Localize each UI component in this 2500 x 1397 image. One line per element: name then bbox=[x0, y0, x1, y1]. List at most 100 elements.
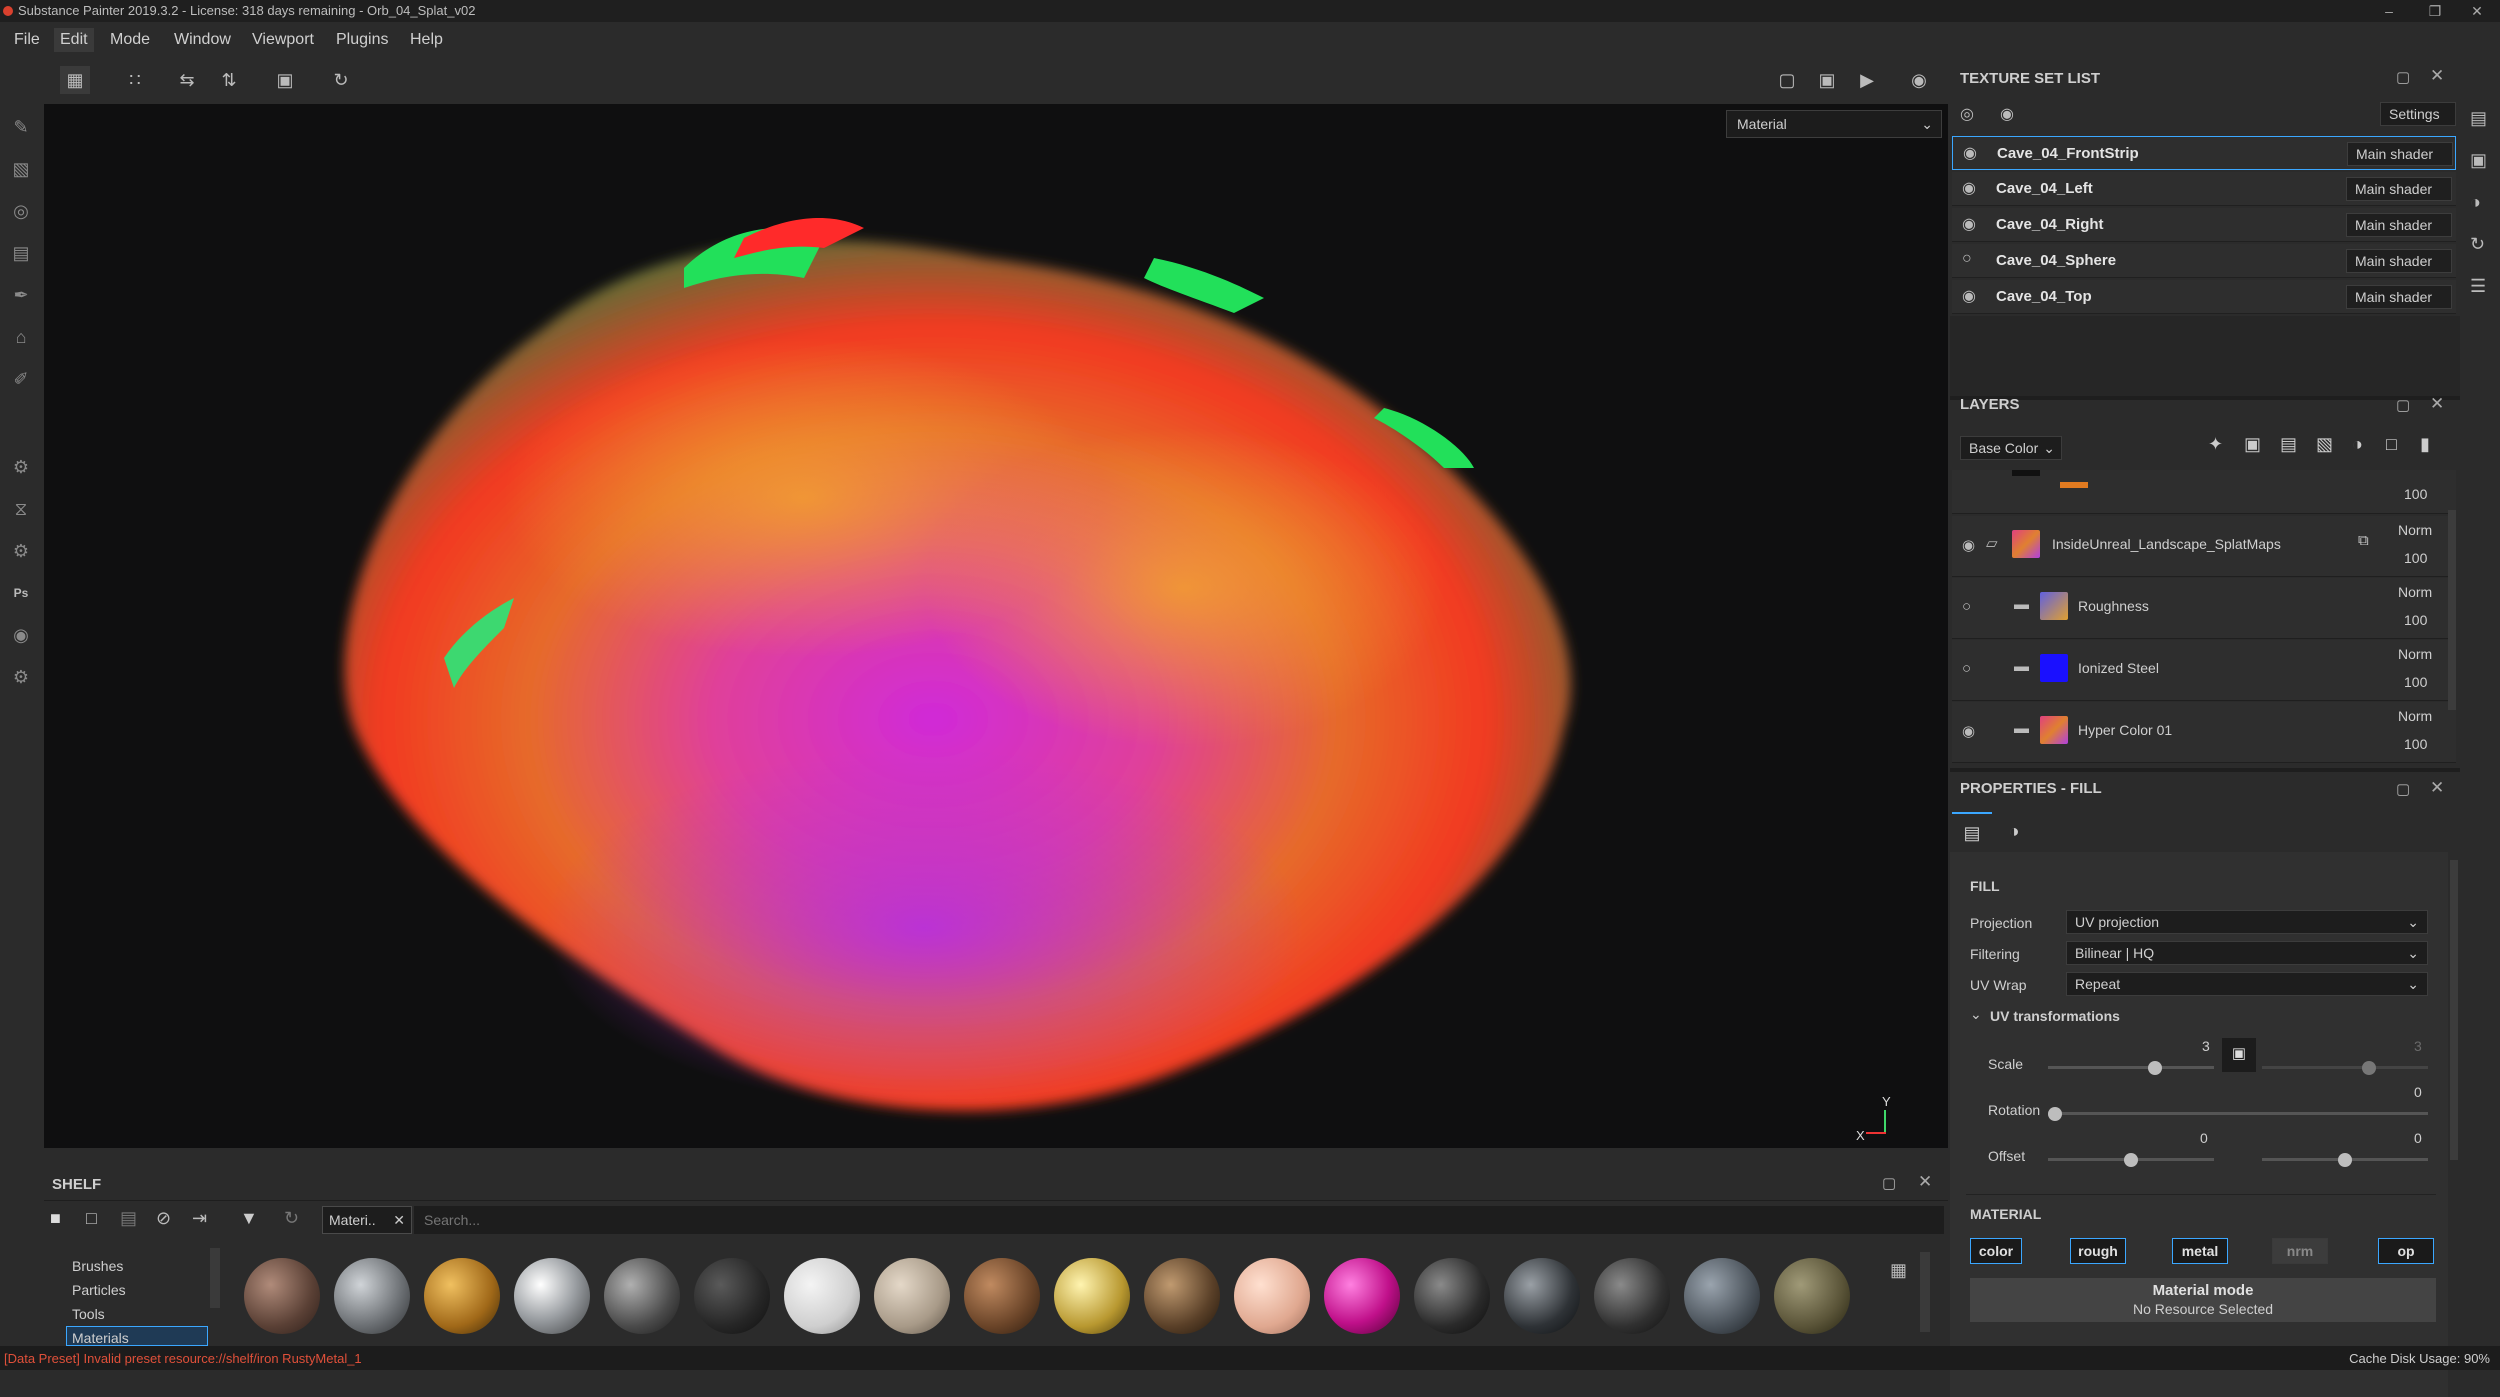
hide-icon[interactable]: ⊘ bbox=[156, 1208, 171, 1229]
channel-nrm-button[interactable]: nrm bbox=[2272, 1238, 2328, 1264]
smudge-icon[interactable]: ✒ bbox=[6, 280, 36, 310]
material-mode-box[interactable]: Material mode No Resource Selected bbox=[1970, 1278, 2436, 1322]
eraser-icon[interactable]: ▧ bbox=[6, 154, 36, 184]
shelf-category-tools[interactable]: Tools bbox=[72, 1306, 105, 1322]
add-fill-icon[interactable]: ▧ bbox=[2316, 434, 2333, 455]
close-panel-icon[interactable]: ✕ bbox=[2430, 66, 2444, 86]
menu-edit[interactable]: Edit bbox=[54, 28, 94, 52]
minimize-icon[interactable]: – bbox=[2366, 0, 2412, 22]
folder-icon[interactable]: ■ bbox=[50, 1208, 61, 1229]
filter-tag[interactable]: Materi.. ✕ bbox=[322, 1206, 412, 1234]
visibility-eye-icon[interactable]: ◉ bbox=[1963, 143, 1977, 163]
3d-viewport[interactable]: Y X bbox=[44, 104, 1948, 1148]
layer-row[interactable]: ◉ ▬ Hyper Color 01 Norm 100 bbox=[1952, 702, 2456, 763]
visibility-eye-icon[interactable]: ◉ bbox=[1962, 536, 1975, 554]
material-thumb[interactable] bbox=[874, 1258, 950, 1334]
projection-icon[interactable]: ◎ bbox=[6, 196, 36, 226]
texture-set-row[interactable]: ◉ Cave_04_FrontStrip Main shader bbox=[1952, 136, 2456, 170]
photoshop-icon[interactable]: Ps bbox=[6, 578, 36, 608]
close-shelf-icon[interactable]: ✕ bbox=[1918, 1172, 1932, 1192]
layer-opacity[interactable]: 100 bbox=[2404, 486, 2427, 502]
hourglass-icon[interactable]: ⧖ bbox=[6, 494, 36, 524]
undock-icon[interactable]: ▢ bbox=[2396, 68, 2410, 86]
layer-blend-mode[interactable]: Norm bbox=[2398, 522, 2432, 538]
layer-row[interactable]: ○ ▬ Roughness Norm 100 bbox=[1952, 578, 2456, 639]
close-panel-icon[interactable]: ✕ bbox=[2430, 394, 2444, 414]
layer-opacity[interactable]: 100 bbox=[2404, 736, 2427, 752]
effects-wand-icon[interactable]: ✦ bbox=[2208, 434, 2223, 455]
scale-slider-knob[interactable] bbox=[2148, 1061, 2162, 1075]
filtering-dropdown[interactable]: Bilinear | HQ ⌄ bbox=[2066, 941, 2428, 965]
menu-viewport[interactable]: Viewport bbox=[246, 28, 320, 52]
material-thumb[interactable] bbox=[514, 1258, 590, 1334]
category-scrollbar[interactable] bbox=[210, 1248, 220, 1308]
symmetry-icon[interactable]: ⇆ bbox=[172, 66, 202, 94]
remove-filter-icon[interactable]: ✕ bbox=[393, 1207, 405, 1233]
paint-brush-icon[interactable]: ✎ bbox=[6, 112, 36, 142]
shelf-category-materials[interactable]: Materials bbox=[72, 1330, 129, 1346]
shelf-category-brushes[interactable]: Brushes bbox=[72, 1258, 123, 1274]
channel-op-button[interactable]: op bbox=[2378, 1238, 2434, 1264]
material-tab-icon[interactable]: ◑ bbox=[1994, 812, 2034, 852]
layer-opacity[interactable]: 100 bbox=[2404, 674, 2427, 690]
close-panel-icon[interactable]: ✕ bbox=[2430, 778, 2444, 798]
channel-rough-button[interactable]: rough bbox=[2070, 1238, 2126, 1264]
layer-row[interactable]: ○ ▬ Ionized Steel Norm 100 bbox=[1952, 640, 2456, 701]
layer-blend-mode[interactable]: Norm bbox=[2398, 584, 2432, 600]
material-thumb[interactable] bbox=[1414, 1258, 1490, 1334]
texture-set-row[interactable]: ◉ Cave_04_Right Main shader bbox=[1952, 208, 2456, 242]
color-picker-icon[interactable]: ✐ bbox=[6, 364, 36, 394]
material-thumb[interactable] bbox=[784, 1258, 860, 1334]
layer-row-partial[interactable]: 100 bbox=[1952, 470, 2456, 514]
screenshot-camera-icon[interactable]: ◉ bbox=[1904, 66, 1934, 94]
shelf-category-particles[interactable]: Particles bbox=[72, 1282, 126, 1298]
material-thumb[interactable] bbox=[1054, 1258, 1130, 1334]
filter-icon[interactable]: ▼ bbox=[240, 1208, 258, 1229]
layer-opacity[interactable]: 100 bbox=[2404, 612, 2427, 628]
layer-opacity[interactable]: 100 bbox=[2404, 550, 2427, 566]
collapse-chevron-icon[interactable]: ⌄ bbox=[1970, 1006, 1982, 1023]
shelf-scrollbar[interactable] bbox=[1920, 1252, 1930, 1332]
layer-channel-dropdown[interactable]: Base Color ⌄ bbox=[1960, 436, 2062, 460]
material-thumb[interactable] bbox=[604, 1258, 680, 1334]
display-settings-icon[interactable]: ▣ bbox=[2470, 150, 2487, 171]
texture-set-row[interactable]: ◉ Cave_04_Left Main shader bbox=[1952, 172, 2456, 206]
undock-icon[interactable]: ▢ bbox=[2396, 396, 2410, 414]
reset-icon[interactable]: ↻ bbox=[284, 1208, 299, 1229]
visibility-eye-hidden-icon[interactable]: ○ bbox=[1962, 250, 1972, 268]
texture-set-row[interactable]: ◉ Cave_04_Top Main shader bbox=[1952, 280, 2456, 314]
textured-orb-mesh[interactable] bbox=[284, 168, 1704, 1148]
menu-window[interactable]: Window bbox=[168, 28, 237, 52]
visibility-eye-icon[interactable]: ◉ bbox=[1962, 178, 1976, 198]
material-thumb[interactable] bbox=[244, 1258, 320, 1334]
shader-dropdown[interactable]: Main shader bbox=[2346, 285, 2452, 309]
3d-view-icon[interactable]: ▣ bbox=[1812, 66, 1842, 94]
mirror-vertical-icon[interactable]: ⇅ bbox=[214, 66, 244, 94]
material-thumb[interactable] bbox=[1234, 1258, 1310, 1334]
plugin-icon[interactable]: ⚙ bbox=[6, 536, 36, 566]
shader-dropdown[interactable]: Main shader bbox=[2347, 142, 2453, 166]
projection-dropdown[interactable]: UV projection ⌄ bbox=[2066, 910, 2428, 934]
undock-icon[interactable]: ▢ bbox=[1882, 1174, 1896, 1192]
display-settings-icon[interactable]: ▢ bbox=[1772, 66, 1802, 94]
eye-icon[interactable]: ◉ bbox=[2000, 104, 2014, 124]
visibility-eye-hidden-icon[interactable]: ○ bbox=[1962, 598, 1971, 615]
import-icon[interactable]: ⇥ bbox=[192, 1208, 207, 1229]
add-folder-icon[interactable]: □ bbox=[2386, 434, 2397, 455]
delete-layer-icon[interactable]: ▮ bbox=[2420, 434, 2430, 455]
texture-set-row[interactable]: ○ Cave_04_Sphere Main shader bbox=[1952, 244, 2456, 278]
properties-scrollbar[interactable] bbox=[2450, 860, 2458, 1160]
material-thumb[interactable] bbox=[1504, 1258, 1580, 1334]
clone-stamp-icon[interactable]: ⌂ bbox=[6, 322, 36, 352]
channel-color-button[interactable]: color bbox=[1970, 1238, 2022, 1264]
offset-slider-u[interactable] bbox=[2048, 1153, 2214, 1167]
material-thumb[interactable] bbox=[1594, 1258, 1670, 1334]
offset-slider-u-knob[interactable] bbox=[2124, 1153, 2138, 1167]
lock-icon[interactable]: ▣ bbox=[2222, 1038, 2256, 1072]
shelf-search-input[interactable] bbox=[414, 1206, 1944, 1234]
grid-options-icon[interactable]: ∷ bbox=[120, 66, 150, 94]
shader-dropdown[interactable]: Main shader bbox=[2346, 213, 2452, 237]
rotation-slider[interactable] bbox=[2048, 1107, 2428, 1121]
restore-icon[interactable]: ❐ bbox=[2412, 0, 2458, 22]
material-thumb[interactable] bbox=[334, 1258, 410, 1334]
